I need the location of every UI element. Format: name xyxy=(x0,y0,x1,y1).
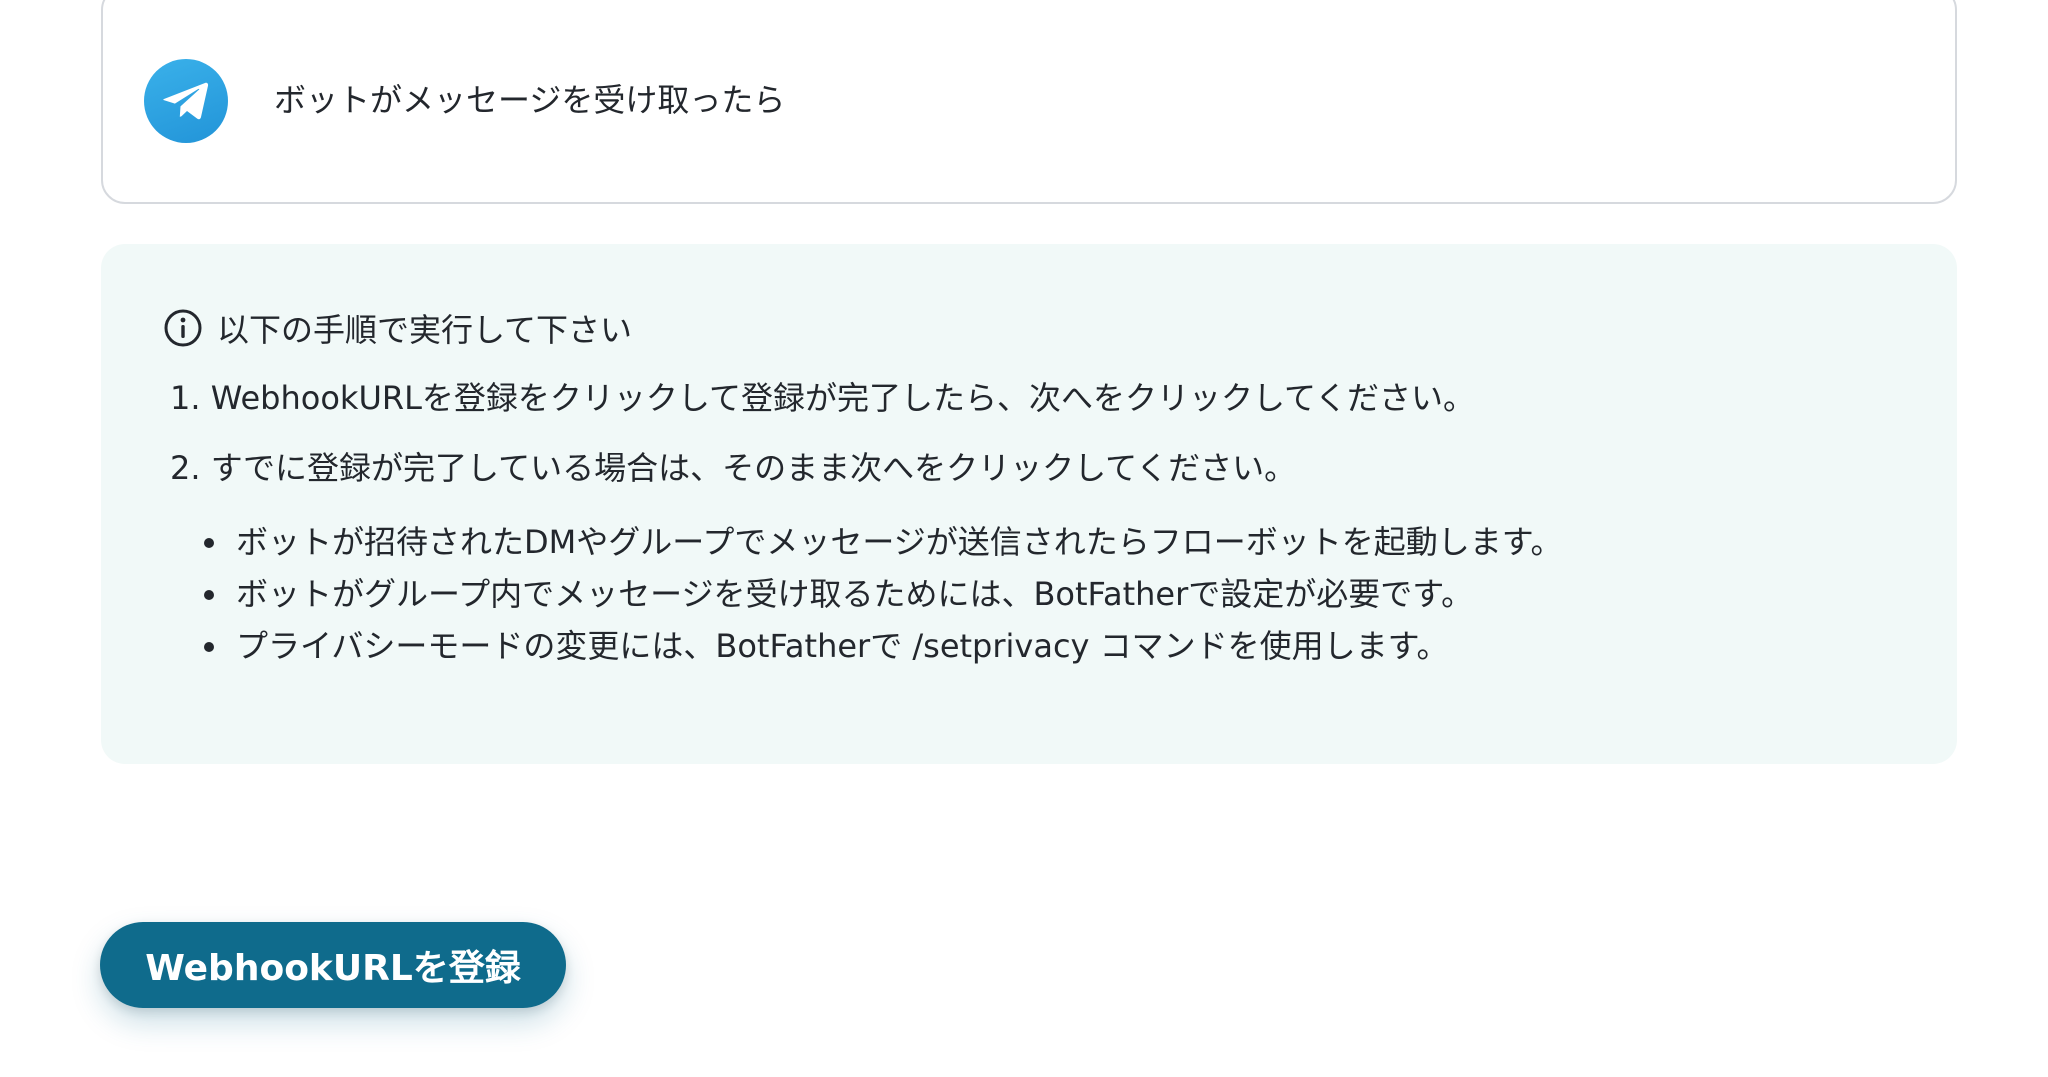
step-2: 2. すでに登録が完了している場合は、そのまま次へをクリックしてください。 xyxy=(170,449,1297,487)
paper-plane-icon xyxy=(163,82,209,120)
instructions-heading-text: 以下の手順で実行して下さい xyxy=(217,311,633,349)
list-item: ボットがグループ内でメッセージを受け取るためには、BotFatherで設定が必要… xyxy=(200,568,1563,620)
telegram-icon xyxy=(144,59,228,143)
step-1: 1. WebhookURLを登録をクリックして登録が完了したら、次へをクリックし… xyxy=(170,379,1476,417)
register-webhook-button[interactable]: WebhookURLを登録 xyxy=(100,922,566,1008)
trigger-label: ボットがメッセージを受け取ったら xyxy=(274,81,786,119)
list-item: プライバシーモードの変更には、BotFatherで /setprivacy コマ… xyxy=(200,620,1563,672)
list-item: ボットが招待されたDMやグループでメッセージが送信されたらフローボットを起動しま… xyxy=(200,516,1563,568)
instructions-heading: 以下の手順で実行して下さい xyxy=(163,306,632,350)
notes-list: ボットが招待されたDMやグループでメッセージが送信されたらフローボットを起動しま… xyxy=(200,516,1563,672)
info-circle-icon xyxy=(164,309,202,347)
